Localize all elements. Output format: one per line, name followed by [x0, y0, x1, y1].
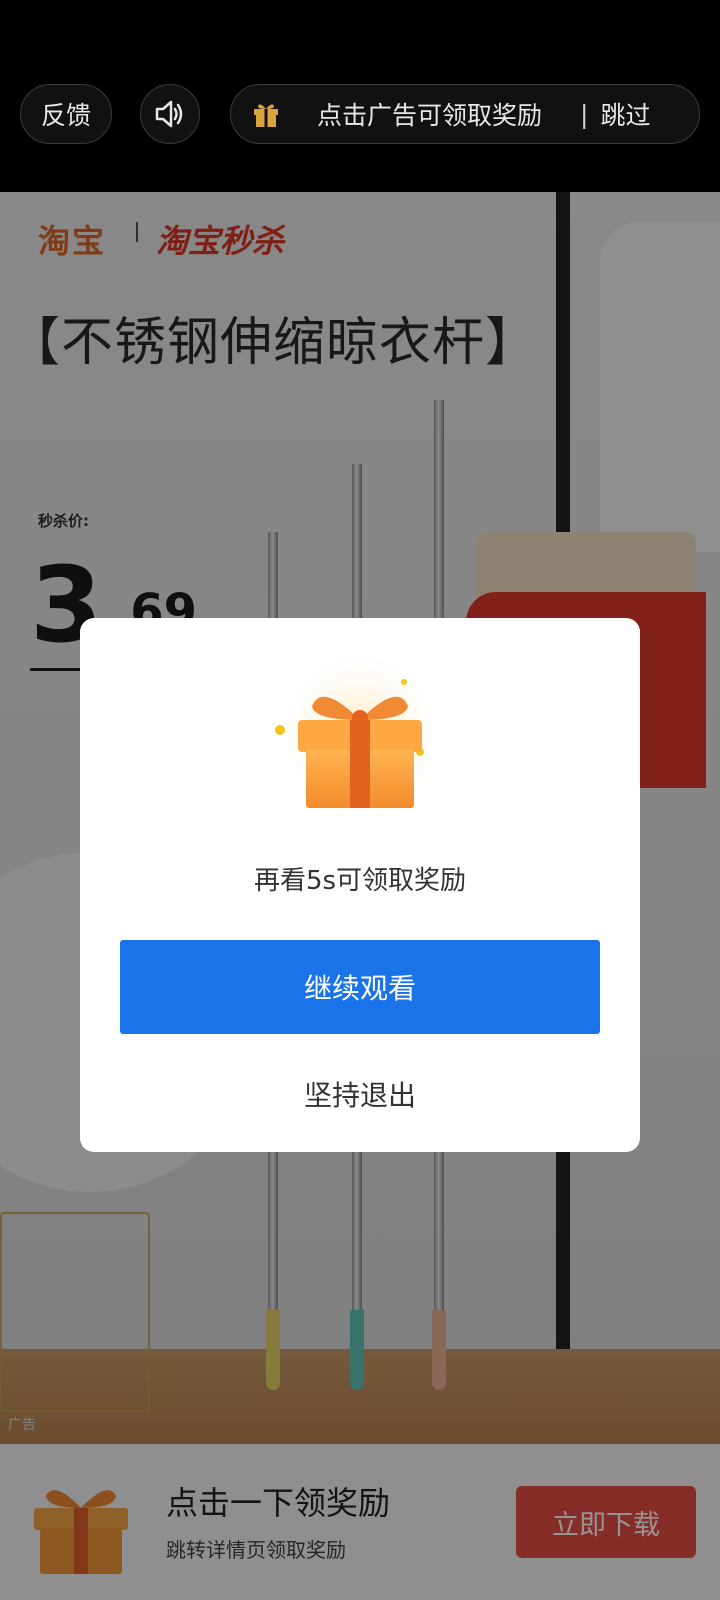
quit-button[interactable]: 坚持退出: [240, 1066, 480, 1122]
gift-box-icon: [274, 646, 446, 818]
gift-icon: [254, 104, 278, 127]
top-bar: 反馈 点击广告可领取奖励 | 跳过: [0, 0, 720, 192]
reward-dialog: 再看5s可领取奖励 继续观看 坚持退出: [80, 618, 640, 1152]
continue-watching-label: 继续观看: [303, 972, 416, 1005]
feedback-button[interactable]: 反馈: [20, 84, 112, 144]
feedback-label: 反馈: [40, 101, 91, 130]
dialog-message: 再看5s可领取奖励: [253, 866, 467, 896]
reward-pill[interactable]: 点击广告可领取奖励 | 跳过: [230, 84, 700, 144]
continue-watching-button[interactable]: 继续观看: [120, 940, 600, 1034]
speaker-icon: [155, 100, 183, 128]
quit-button-label: 坚持退出: [303, 1079, 416, 1112]
sound-toggle-button[interactable]: [140, 84, 200, 144]
skip-separator: |: [580, 99, 589, 129]
reward-prompt: 点击广告可领取奖励: [317, 101, 543, 130]
skip-button[interactable]: 跳过: [600, 96, 650, 132]
